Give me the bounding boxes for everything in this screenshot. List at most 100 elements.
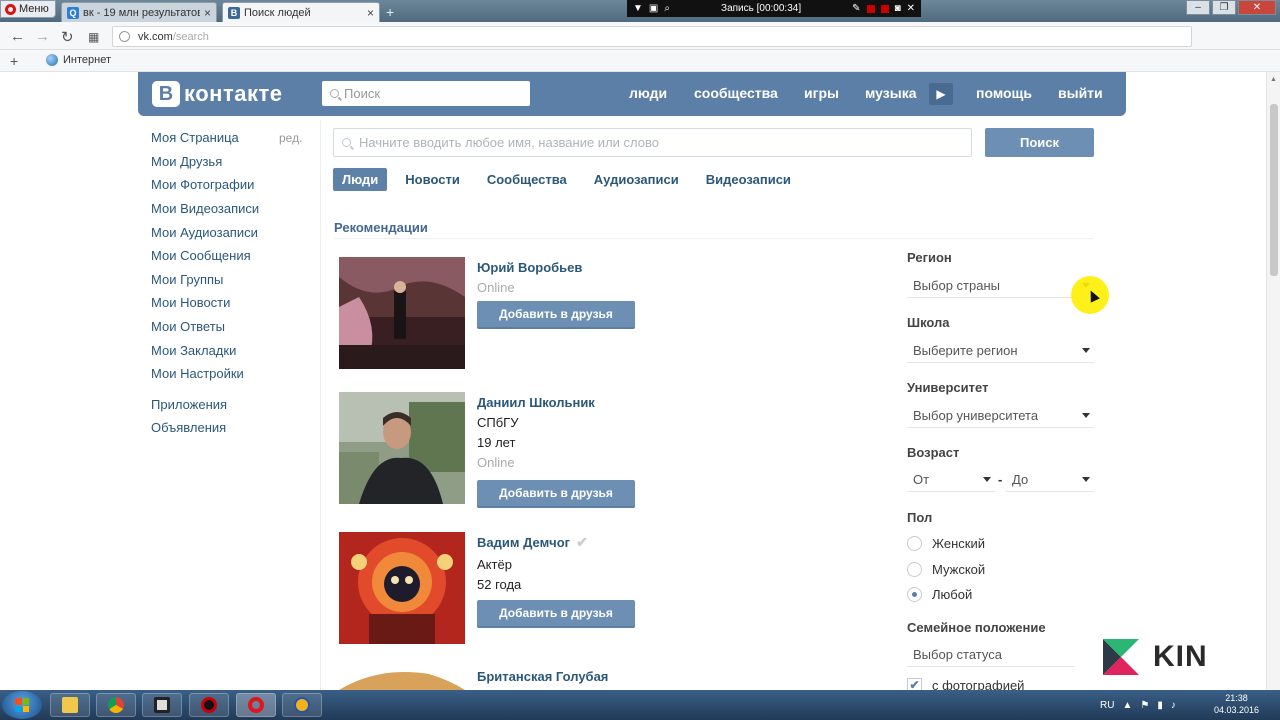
person-name[interactable]: Британская Голубая (477, 666, 837, 686)
page-scrollbar[interactable]: ▲ (1266, 72, 1280, 696)
sidebar-item-audio[interactable]: Мои Аудиозаписи (151, 220, 311, 244)
taskbar-video-editor[interactable] (142, 693, 182, 717)
tab-communities[interactable]: Сообщества (478, 168, 576, 191)
clock[interactable]: 21:38 04.03.2016 (1214, 692, 1259, 716)
scroll-up-icon[interactable]: ▲ (1270, 76, 1277, 83)
people-search-input[interactable]: Начните вводить любое имя, название или … (333, 128, 972, 157)
tab-close-icon[interactable]: × (204, 6, 211, 20)
sidebar-item-ads[interactable]: Объявления (151, 416, 311, 440)
add-bookmark-icon[interactable]: + (10, 53, 18, 69)
person-name[interactable]: Даниил Школьник (477, 392, 837, 412)
nav-help[interactable]: помощь (976, 85, 1032, 101)
person-name[interactable]: Вадим Демчог ✔ (477, 532, 837, 552)
url-field[interactable]: vk.com/search (112, 26, 1192, 47)
minimize-icon[interactable]: – (1186, 0, 1210, 15)
tab-people[interactable]: Люди (333, 168, 388, 191)
back-icon[interactable]: ← (10, 28, 25, 45)
add-friend-button[interactable]: Добавить в друзья (477, 480, 635, 508)
nav-people[interactable]: люди (629, 85, 667, 101)
sidebar-item-messages[interactable]: Мои Сообщения (151, 244, 311, 268)
clock-time: 21:38 (1225, 693, 1248, 703)
school-select-value: Выберите регион (913, 343, 1018, 358)
sidebar-item-apps[interactable]: Приложения (151, 393, 311, 417)
sidebar-item-settings[interactable]: Мои Настройки (151, 362, 311, 386)
country-select[interactable]: Выбор страны (907, 274, 1094, 298)
maximize-icon[interactable]: ❐ (1212, 0, 1236, 15)
tab-search-results[interactable]: Q вк - 19 млн результатов × (61, 2, 217, 22)
radio-label: Мужской (932, 561, 986, 577)
age-to-select[interactable]: До (1006, 468, 1094, 492)
tray-expand-icon[interactable]: ▲ (1122, 700, 1132, 711)
flag-icon[interactable]: ⚑ (1140, 700, 1149, 711)
recorder-window-icon[interactable]: ▣ (649, 3, 658, 14)
university-select[interactable]: Выбор университета (907, 404, 1094, 428)
sidebar-item-videos[interactable]: Мои Видеозаписи (151, 197, 311, 221)
network-icon[interactable]: ▮ (1157, 700, 1163, 711)
recorder-camera-icon[interactable]: ◙ (895, 3, 901, 14)
folder-icon (62, 697, 78, 713)
site-info-icon[interactable] (119, 31, 130, 42)
taskbar-chrome[interactable] (96, 693, 136, 717)
tab-audio[interactable]: Аудиозаписи (585, 168, 688, 191)
taskbar-explorer[interactable] (50, 693, 90, 717)
speed-dial-icon[interactable]: ▦ (88, 30, 99, 44)
recorder-close-icon[interactable]: ✕ (907, 3, 915, 14)
tab-video[interactable]: Видеозаписи (697, 168, 800, 191)
play-icon[interactable]: ▶ (929, 83, 953, 105)
search-favicon-icon: Q (67, 6, 79, 19)
add-friend-button[interactable]: Добавить в друзья (477, 301, 635, 329)
taskbar-player[interactable] (282, 693, 322, 717)
person-name[interactable]: Юрий Воробьев (477, 257, 837, 277)
tab-people-search[interactable]: B Поиск людей × (222, 2, 380, 22)
add-friend-button[interactable]: Добавить в друзья (477, 600, 635, 628)
marital-select[interactable]: Выбор статуса (907, 643, 1094, 667)
recorder-zoom-icon[interactable]: ⌕ (664, 3, 670, 14)
browser-menu-button[interactable]: Меню (0, 0, 56, 18)
sex-radio-any[interactable]: Любой (907, 584, 972, 604)
vk-logo[interactable]: В контакте (152, 81, 282, 107)
person-photo[interactable] (339, 257, 465, 369)
tab-close-icon[interactable]: × (367, 6, 374, 20)
recorder-menu-icon[interactable]: ▼ (633, 3, 643, 14)
recorder-stop-icon[interactable] (866, 4, 875, 13)
marital-label: Семейное положение (907, 620, 1046, 635)
sex-radio-male[interactable]: Мужской (907, 559, 985, 579)
search-button[interactable]: Поиск (985, 128, 1094, 157)
person-photo[interactable] (339, 392, 465, 504)
region-label: Регион (907, 250, 952, 265)
sex-radio-female[interactable]: Женский (907, 533, 985, 553)
forward-icon[interactable]: → (35, 28, 50, 45)
sidebar-item-photos[interactable]: Мои Фотографии (151, 173, 311, 197)
recorder-status: Запись [00:00:34] (721, 3, 802, 14)
sidebar-item-bookmarks[interactable]: Мои Закладки (151, 338, 311, 362)
header-search-input[interactable]: Поиск (322, 81, 530, 106)
close-window-icon[interactable]: ✕ (1238, 0, 1276, 15)
globe-icon (46, 54, 58, 66)
sidebar-item-news[interactable]: Мои Новости (151, 291, 311, 315)
start-button[interactable] (2, 691, 42, 719)
new-tab-button[interactable]: + (386, 4, 394, 20)
nav-logout[interactable]: выйти (1058, 85, 1103, 101)
recorder-pen-icon[interactable]: ✎ (852, 3, 860, 14)
nav-games[interactable]: игры (804, 85, 839, 101)
nav-communities[interactable]: сообщества (694, 85, 778, 101)
nav-music[interactable]: музыка (865, 85, 916, 101)
recorder-record-icon[interactable] (880, 4, 889, 13)
scrollbar-thumb[interactable] (1270, 104, 1278, 276)
taskbar-recorder[interactable] (189, 693, 229, 717)
sidebar-item-friends[interactable]: Мои Друзья (151, 150, 311, 174)
school-select[interactable]: Выберите регион (907, 339, 1094, 363)
sidebar-item-answers[interactable]: Мои Ответы (151, 315, 311, 339)
tab-news[interactable]: Новости (396, 168, 469, 191)
age-from-select[interactable]: От (907, 468, 995, 492)
taskbar-opera[interactable] (236, 693, 276, 717)
bookmark-internet[interactable]: Интернет (46, 54, 111, 66)
person-photo[interactable] (339, 532, 465, 644)
bookmarks-bar: + Интернет (0, 50, 1280, 72)
language-indicator[interactable]: RU (1100, 700, 1114, 711)
edit-link[interactable]: ред. (279, 126, 302, 150)
sidebar-item-groups[interactable]: Мои Группы (151, 268, 311, 292)
person-photo[interactable] (339, 666, 465, 690)
volume-icon[interactable]: ♪ (1171, 700, 1176, 711)
reload-icon[interactable]: ↻ (61, 28, 74, 46)
